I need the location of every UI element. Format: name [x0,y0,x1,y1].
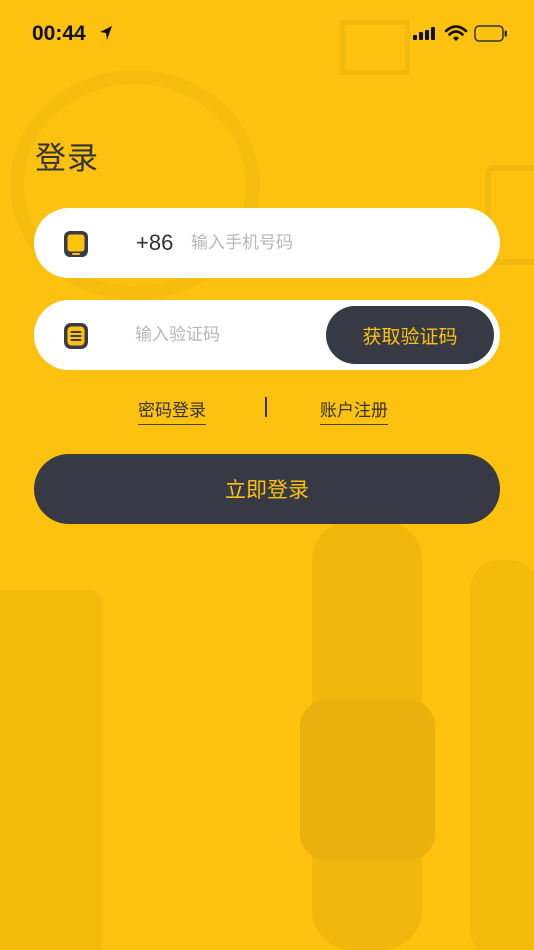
verification-code-field[interactable]: 获取验证码 [34,300,500,370]
background-decoration [0,590,102,950]
password-login-link[interactable]: 密码登录 [138,396,206,425]
location-arrow-icon [100,26,112,40]
phone-input[interactable] [191,226,481,260]
background-decoration [312,520,422,950]
background-decoration [470,560,534,950]
message-icon [64,323,88,349]
phone-icon [64,231,88,257]
background-decoration [300,700,435,860]
login-button[interactable]: 立即登录 [34,454,500,524]
country-code[interactable]: +86 [136,230,173,256]
battery-icon [474,25,507,42]
register-link[interactable]: 账户注册 [320,396,388,425]
status-time: 00:44 [32,22,86,45]
cellular-signal-icon [413,27,435,40]
page-title: 登录 [35,141,99,177]
phone-field[interactable]: +86 [34,208,500,278]
status-bar: 00:44 [0,0,534,66]
wifi-icon [444,25,468,41]
link-divider [265,397,267,417]
get-code-button[interactable]: 获取验证码 [326,306,494,364]
verification-code-input[interactable] [135,318,345,352]
